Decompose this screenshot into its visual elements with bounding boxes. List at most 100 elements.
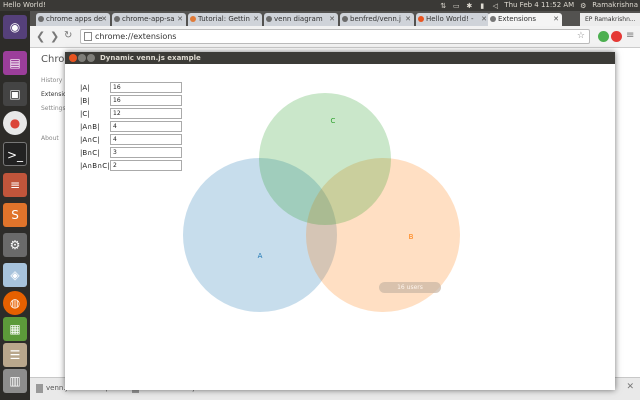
field-input-ab[interactable] [110,121,182,132]
field-label: |B∩C| [80,149,100,157]
venn-tooltip: 16 users [379,282,441,293]
settings-gear-icon[interactable]: ⚙ [579,2,587,10]
tab-label: Extensions [498,15,537,23]
field-row-c: |C| [80,108,240,120]
tab-close-icon[interactable]: ✕ [329,13,335,26]
tab-close-icon[interactable]: ✕ [177,13,183,26]
launcher-item-system-settings[interactable]: ⚙ [3,233,27,257]
extension-green-icon[interactable] [598,31,609,42]
ext-nav-settings[interactable]: Settings [41,105,66,112]
field-row-b: |B| [80,95,240,107]
bookmark-star-icon[interactable]: ☆ [577,30,585,43]
terminal-icon: >_ [6,148,24,162]
tab-label: Tutorial: Gettin [198,15,250,23]
field-label: |A∩B∩C| [80,162,110,170]
back-arrow-icon[interactable]: ❮ [36,30,45,43]
tab-close-icon[interactable]: ✕ [101,13,107,26]
field-row-ac: |A∩C| [80,134,240,146]
tab-close-icon[interactable]: ✕ [405,13,411,26]
page-icon [418,16,424,22]
volume-icon[interactable]: ◁ [491,2,499,10]
document-icon: ≡ [9,178,21,192]
tab-close-icon[interactable]: ✕ [481,13,487,26]
launcher-item-workspace[interactable]: ▤ [3,51,27,75]
launcher-item-trash[interactable]: ▥ [3,369,27,393]
ext-nav-history[interactable]: History [41,77,62,84]
page-icon [84,32,92,41]
launcher-item-stack[interactable]: ☰ [3,343,27,367]
venn-app-window: Dynamic venn.js example A B C 16 users |… [65,52,615,390]
field-label: |A∩C| [80,136,100,144]
field-input-abc[interactable] [110,160,182,171]
cube-icon: ◈ [10,268,20,282]
reload-icon[interactable]: ↻ [64,30,72,41]
launcher-item-apps[interactable]: ▦ [3,317,27,341]
tab-1[interactable]: chrome-app-sa ✕ [112,13,186,26]
venn-label-a: A [258,252,263,260]
file-icon [36,384,43,393]
page-icon [190,16,196,22]
launcher-item-chrome[interactable]: ● [3,111,27,135]
launcher-item-writer[interactable]: ≡ [3,173,27,197]
field-label: |A∩B| [80,123,100,131]
tab-2[interactable]: Tutorial: Gettin ✕ [188,13,262,26]
field-input-c[interactable] [110,108,182,119]
bluetooth-icon[interactable]: ✱ [465,2,473,10]
github-icon [114,16,120,22]
files-icon: ▣ [9,87,21,101]
top-panel: Hello World! ⇅ ▭ ✱ ▮ ◁ Thu Feb 4 11:52 A… [0,0,640,11]
field-row-a: |A| [80,82,240,94]
panel-clock[interactable]: Thu Feb 4 11:52 AM [504,0,574,11]
tab-0[interactable]: chrome apps de ✕ [36,13,110,26]
tab-label: benfred/venn.j [350,15,401,23]
field-row-bc: |B∩C| [80,147,240,159]
field-input-bc[interactable] [110,147,182,158]
field-input-b[interactable] [110,95,182,106]
forward-arrow-icon[interactable]: ❯ [50,30,59,43]
firefox-icon: ◍ [9,296,21,310]
menu-icon[interactable]: ≡ [626,30,634,41]
close-icon[interactable]: ✕ [626,382,634,392]
battery-icon[interactable]: ▮ [478,2,486,10]
launcher-item-firefox[interactable]: ◍ [3,291,27,315]
tab-extensions[interactable]: Extensions ✕ [488,13,562,26]
field-label: |B| [80,97,90,105]
venn-label-c: C [331,117,336,125]
sublime-icon: S [11,208,19,222]
profile-chip[interactable]: EP Ramakrishn... [580,13,640,26]
field-input-a[interactable] [110,82,182,93]
venn-label-b: B [409,233,414,241]
tab-5[interactable]: Hello World! - ✕ [416,13,490,26]
system-tray: ⇅ ▭ ✱ ▮ ◁ Thu Feb 4 11:52 AM ⚙ Ramakrish… [439,0,638,11]
launcher-dash-button[interactable]: ◉ [3,15,27,39]
panel-user[interactable]: Ramakrishna [592,0,638,11]
browser-toolbar: ❮ ❯ ↻ chrome://extensions ☆ ≡ [30,26,640,48]
tab-label: chrome apps de [46,15,103,23]
chrome-icon: ● [9,116,21,130]
stack-icon: ☰ [9,348,21,362]
tab-label: venn diagram [274,15,323,23]
launcher-item-terminal[interactable]: >_ [3,142,27,166]
keyboard-icon[interactable]: ▭ [452,2,460,10]
tab-label: chrome-app-sa [122,15,175,23]
tab-close-icon[interactable]: ✕ [253,13,259,26]
field-input-ac[interactable] [110,134,182,145]
venn-circle-c[interactable] [259,93,391,225]
ext-nav-about[interactable]: About [41,135,59,142]
launcher-item-files[interactable]: ▣ [3,82,27,106]
google-icon [38,16,44,22]
tab-4[interactable]: benfred/venn.j ✕ [340,13,414,26]
network-icon[interactable]: ⇅ [439,2,447,10]
address-bar[interactable]: chrome://extensions ☆ [80,29,590,44]
launcher-item-sublime[interactable]: S [3,203,27,227]
panel-window-title: Hello World! [3,1,46,9]
settings-wrench-icon: ⚙ [9,238,21,252]
tab-3[interactable]: venn diagram ✕ [264,13,338,26]
launcher-item-virtualbox[interactable]: ◈ [3,263,27,287]
tab-label: Hello World! - [426,15,474,23]
tab-close-icon[interactable]: ✕ [553,13,559,26]
extension-red-icon[interactable] [611,31,622,42]
field-row-abc: |A∩B∩C| [80,160,240,172]
field-label: |A| [80,84,90,92]
unity-launcher: ◉ ▤ ▣ ● >_ ≡ S ⚙ ◈ ◍ ▦ ☰ ▥ [0,11,30,400]
